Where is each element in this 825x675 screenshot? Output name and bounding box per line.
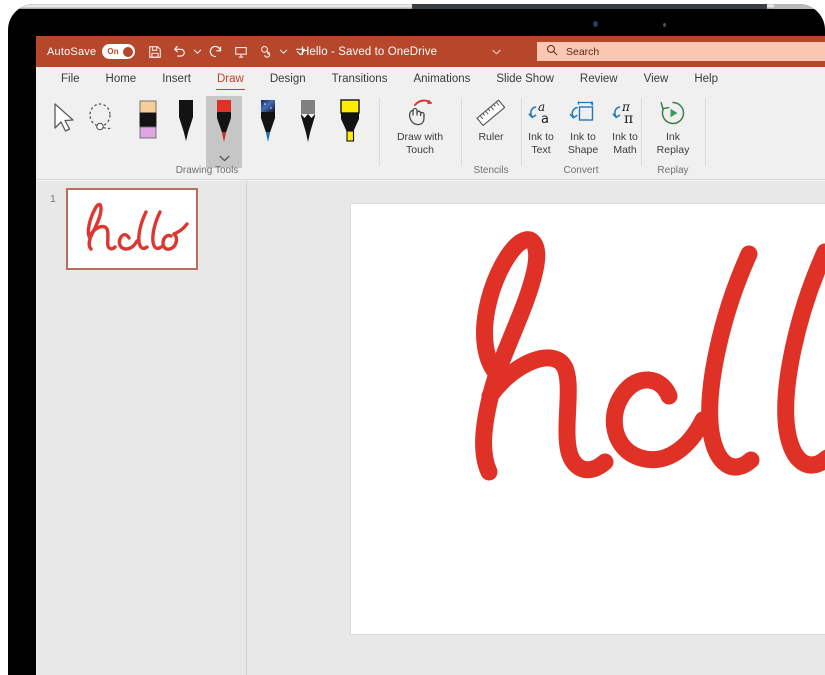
ruler-label: Ruler bbox=[478, 131, 503, 144]
tab-review[interactable]: Review bbox=[567, 67, 631, 92]
ink-to-math-button[interactable]: π π Ink to Math bbox=[604, 96, 646, 164]
group-stencils: Ruler Stencils bbox=[462, 92, 520, 180]
svg-text:π: π bbox=[624, 111, 633, 127]
search-box[interactable]: Search bbox=[537, 42, 825, 61]
save-icon[interactable] bbox=[142, 39, 167, 65]
thumbnail-ink-hello bbox=[68, 190, 196, 268]
ruler-icon bbox=[475, 96, 507, 130]
tab-draw[interactable]: Draw bbox=[204, 67, 257, 92]
pen-galaxy[interactable] bbox=[250, 96, 286, 158]
tab-insert[interactable]: Insert bbox=[149, 67, 204, 92]
group-convert: a a Ink to Text bbox=[522, 92, 640, 180]
lasso-select-tool[interactable] bbox=[84, 96, 120, 158]
slide-ink-hello bbox=[351, 204, 825, 634]
draw-with-touch-label: Draw with Touch bbox=[397, 131, 443, 156]
group-label-drawing-tools: Drawing Tools bbox=[36, 165, 378, 176]
autosave-state-label: On bbox=[107, 47, 119, 56]
webcam-indicator-icon bbox=[593, 21, 598, 27]
ink-to-shape-icon bbox=[566, 96, 600, 130]
present-icon[interactable] bbox=[228, 39, 253, 65]
autosave-toggle-knob bbox=[123, 47, 133, 57]
bezel-notch bbox=[412, 4, 767, 9]
touch-mode-dropdown-icon[interactable] bbox=[278, 39, 289, 65]
ink-to-text-icon: a a bbox=[525, 96, 557, 130]
tab-help[interactable]: Help bbox=[681, 67, 731, 92]
search-placeholder: Search bbox=[566, 46, 599, 58]
ink-to-shape-button[interactable]: Ink to Shape bbox=[560, 96, 606, 164]
slides-thumbnail-pane[interactable]: 1 bbox=[36, 181, 247, 675]
work-area: 1 bbox=[36, 181, 825, 675]
chevron-down-icon[interactable] bbox=[219, 155, 230, 162]
ink-to-text-button[interactable]: a a Ink to Text bbox=[520, 96, 562, 164]
tab-slide-show[interactable]: Slide Show bbox=[483, 67, 567, 92]
tab-view[interactable]: View bbox=[631, 67, 682, 92]
slide-canvas[interactable] bbox=[351, 204, 825, 634]
tab-animations[interactable]: Animations bbox=[400, 67, 483, 92]
sensor-indicator-icon bbox=[663, 23, 666, 27]
tab-file[interactable]: File bbox=[48, 67, 93, 92]
group-label-stencils: Stencils bbox=[462, 165, 520, 176]
document-title: Hello - Saved to OneDrive bbox=[301, 36, 437, 67]
group-divider-5 bbox=[705, 98, 706, 166]
ink-to-shape-label: Ink to Shape bbox=[568, 131, 598, 156]
undo-dropdown-icon[interactable] bbox=[192, 39, 203, 65]
slide-thumbnail-1[interactable] bbox=[66, 188, 198, 270]
ink-replay-button[interactable]: Ink Replay bbox=[642, 96, 704, 164]
title-bar: AutoSave On bbox=[36, 36, 825, 67]
title-dropdown-icon[interactable] bbox=[488, 36, 504, 67]
group-label-replay: Replay bbox=[642, 165, 704, 176]
pencil-gray[interactable] bbox=[290, 96, 326, 158]
quick-access-toolbar bbox=[142, 39, 311, 65]
slide-editing-pane bbox=[248, 181, 825, 675]
ribbon-tab-strip: File Home Insert Draw Design Transitions… bbox=[36, 67, 825, 92]
draw-with-touch-button[interactable]: Draw with Touch bbox=[389, 96, 451, 164]
group-draw-with-touch: Draw with Touch bbox=[380, 92, 460, 180]
group-label-convert: Convert bbox=[522, 165, 640, 176]
powerpoint-window: AutoSave On bbox=[36, 36, 825, 675]
laptop-device-frame: AutoSave On bbox=[8, 4, 825, 675]
tab-transitions[interactable]: Transitions bbox=[319, 67, 401, 92]
autosave-label: AutoSave bbox=[47, 46, 96, 58]
bezel-notch-right bbox=[774, 4, 825, 9]
tab-design[interactable]: Design bbox=[257, 67, 319, 92]
ink-to-math-icon: π π bbox=[609, 96, 641, 130]
ruler-button[interactable]: Ruler bbox=[460, 96, 522, 164]
ink-to-text-label: Ink to Text bbox=[528, 131, 554, 156]
ink-to-math-label: Ink to Math bbox=[612, 131, 638, 156]
slide-number-label: 1 bbox=[50, 193, 56, 205]
search-icon bbox=[546, 44, 558, 59]
eraser-tool[interactable] bbox=[130, 96, 166, 158]
ribbon-draw-tab: Drawing Tools bbox=[36, 92, 825, 180]
ink-replay-label: Ink Replay bbox=[657, 131, 690, 156]
group-replay: Ink Replay Replay bbox=[642, 92, 704, 180]
touch-mode-icon[interactable] bbox=[253, 39, 278, 65]
highlighter-yellow[interactable] bbox=[332, 96, 368, 158]
hand-draw-icon bbox=[403, 96, 437, 130]
pen-black[interactable] bbox=[168, 96, 204, 158]
select-tool[interactable] bbox=[46, 96, 82, 158]
autosave-control[interactable]: AutoSave On bbox=[47, 44, 135, 59]
pen-red[interactable] bbox=[206, 96, 242, 168]
redo-icon[interactable] bbox=[203, 39, 228, 65]
undo-icon[interactable] bbox=[167, 39, 192, 65]
group-drawing-tools: Drawing Tools bbox=[36, 92, 378, 180]
svg-text:a: a bbox=[541, 112, 549, 127]
ink-replay-icon bbox=[657, 96, 689, 130]
tab-home[interactable]: Home bbox=[93, 67, 150, 92]
autosave-toggle[interactable]: On bbox=[102, 44, 135, 59]
